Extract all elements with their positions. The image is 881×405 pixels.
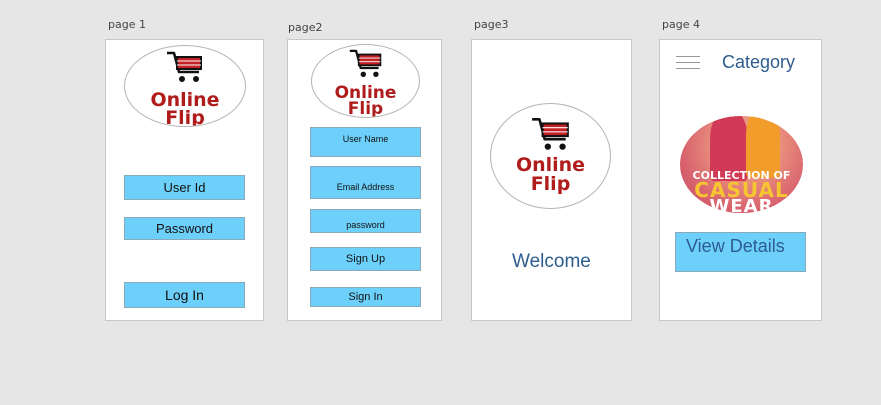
shopping-cart-icon	[167, 51, 202, 82]
email-field[interactable]: Email Address	[310, 166, 421, 199]
brand-name-line2: Flip	[165, 107, 205, 127]
welcome-text: Welcome	[512, 251, 591, 272]
view-details-button[interactable]: View Details	[675, 232, 806, 272]
promo-line3: WEAR	[709, 196, 774, 213]
page-4-artboard: Category COLLECTION OF CASUAL WEAR View …	[659, 39, 822, 321]
brand-logo: Online Flip	[490, 103, 611, 209]
brand-logo: Online Flip	[124, 45, 246, 127]
page-2-artboard: Online Flip User Name Email Address pass…	[287, 39, 442, 321]
brand-name-line2: Flip	[530, 173, 571, 195]
user-id-field[interactable]: User Id	[124, 175, 245, 200]
sign-in-button[interactable]: Sign In	[310, 287, 421, 307]
shopping-cart-icon	[349, 49, 381, 77]
page-3-label: page3	[474, 18, 509, 31]
brand-name-line2: Flip	[347, 99, 384, 118]
password-field[interactable]: password	[310, 209, 421, 233]
shopping-cart-icon	[531, 117, 569, 150]
page-1-artboard: Online Flip User Id Password Log In	[105, 39, 264, 321]
password-field[interactable]: Password	[124, 217, 245, 240]
sign-up-button[interactable]: Sign Up	[310, 247, 421, 271]
user-name-field[interactable]: User Name	[310, 127, 421, 157]
page-4-label: page 4	[662, 18, 700, 31]
login-button[interactable]: Log In	[124, 282, 245, 308]
brand-name-line1: Online	[515, 154, 586, 176]
brand-logo: Online Flip	[311, 44, 420, 118]
page-1-label: page 1	[108, 18, 146, 31]
page-2-label: page2	[288, 21, 323, 34]
category-title: Category	[722, 52, 796, 72]
page-3-artboard: Online Flip Welcome	[471, 39, 632, 321]
casual-wear-banner[interactable]: COLLECTION OF CASUAL WEAR	[680, 116, 803, 213]
hamburger-menu-icon[interactable]	[676, 56, 700, 70]
